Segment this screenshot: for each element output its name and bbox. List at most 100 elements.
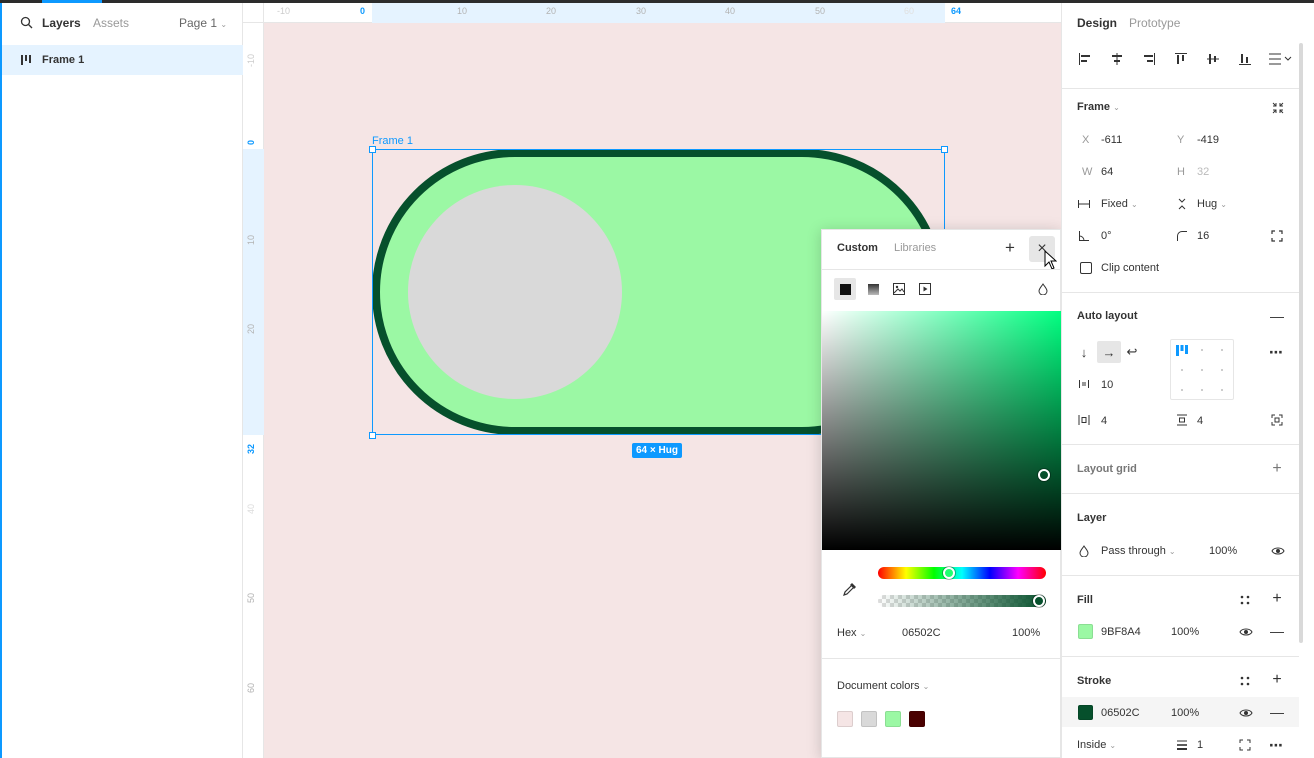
saturation-value-field[interactable]: [822, 311, 1062, 550]
stroke-hex-input[interactable]: 06502C: [1101, 707, 1140, 719]
layer-section-title: Layer: [1077, 512, 1107, 524]
individual-padding-icon[interactable]: [1270, 413, 1284, 427]
stroke-position-select[interactable]: Inside ⌄: [1077, 739, 1116, 751]
vertical-padding-input[interactable]: 4: [1197, 415, 1203, 427]
eye-icon[interactable]: [1270, 544, 1286, 558]
eye-icon[interactable]: [1238, 706, 1254, 720]
distribute-icon[interactable]: [1267, 51, 1293, 67]
eyedropper-icon[interactable]: [840, 579, 860, 599]
w-input[interactable]: 64: [1101, 166, 1113, 178]
collapse-frame-icon[interactable]: [1270, 100, 1286, 116]
direction-horizontal-icon[interactable]: →: [1097, 341, 1121, 363]
document-color-swatch[interactable]: [837, 711, 853, 727]
rotation-input[interactable]: 0°: [1101, 230, 1112, 242]
align-bottom-icon[interactable]: [1237, 51, 1253, 67]
h-label: H: [1177, 166, 1185, 178]
layer-row-frame-1[interactable]: Frame 1: [2, 45, 243, 75]
ruler-left: [243, 3, 264, 758]
document-color-swatch[interactable]: [909, 711, 925, 727]
resize-handle-top-left[interactable]: [369, 146, 376, 153]
more-options-icon[interactable]: ⋯: [1267, 344, 1285, 360]
right-scrollbar[interactable]: [1299, 43, 1303, 643]
fill-opacity-input[interactable]: 100%: [1171, 626, 1199, 638]
document-color-swatch[interactable]: [885, 711, 901, 727]
add-fill-icon[interactable]: +: [1270, 590, 1284, 607]
document-colors-select[interactable]: Document colors ⌄: [837, 680, 929, 692]
solid-fill-icon[interactable]: [834, 278, 856, 300]
align-left-icon[interactable]: [1077, 51, 1093, 67]
add-stroke-icon[interactable]: +: [1270, 671, 1284, 688]
corner-radius-input[interactable]: 16: [1197, 230, 1209, 242]
blend-mode-label: Pass through: [1101, 545, 1166, 557]
individual-strokes-icon[interactable]: [1238, 738, 1252, 752]
horizontal-resizing-select[interactable]: Fixed ⌄: [1101, 198, 1138, 210]
hex-input[interactable]: 06502C: [902, 627, 941, 639]
frame-section-title[interactable]: Frame ⌄: [1077, 101, 1120, 113]
h-input[interactable]: 32: [1197, 166, 1209, 178]
blend-mode-icon[interactable]: [1032, 278, 1054, 300]
resize-handle-top-right[interactable]: [941, 146, 948, 153]
right-panel: Design Prototype Frame ⌄ X -611 Y -419 W…: [1061, 3, 1314, 758]
search-icon[interactable]: [19, 15, 33, 29]
frame-label[interactable]: Frame 1: [372, 135, 413, 147]
picker-divider: [822, 269, 1060, 270]
remove-fill-icon[interactable]: —: [1270, 623, 1284, 639]
style-grid-icon[interactable]: [1238, 593, 1252, 607]
align-top-icon[interactable]: [1173, 51, 1189, 67]
clip-content-checkbox[interactable]: [1080, 262, 1092, 274]
remove-stroke-icon[interactable]: —: [1270, 704, 1284, 720]
y-input[interactable]: -419: [1197, 134, 1219, 146]
stroke-color-swatch[interactable]: [1078, 705, 1093, 720]
add-style-icon[interactable]: +: [1002, 238, 1018, 257]
vertical-resizing-icon: [1175, 197, 1189, 211]
gap-input[interactable]: 10: [1101, 379, 1113, 391]
align-horizontal-center-icon[interactable]: [1109, 51, 1125, 67]
gradient-fill-icon[interactable]: [862, 278, 884, 300]
resize-handle-bottom-left[interactable]: [369, 432, 376, 439]
hue-slider[interactable]: [878, 567, 1046, 579]
fill-hex-input[interactable]: 9BF8A4: [1101, 626, 1141, 638]
horizontal-padding-icon: [1077, 413, 1091, 427]
style-grid-icon[interactable]: [1238, 674, 1252, 688]
left-tabs: Layers Assets Page 1 ⌄: [2, 3, 243, 43]
video-fill-icon[interactable]: [914, 278, 936, 300]
independent-corners-icon[interactable]: [1270, 229, 1284, 243]
vertical-resizing-select[interactable]: Hug ⌄: [1197, 198, 1227, 210]
ruler-left-label: 20: [246, 323, 256, 334]
stroke-position-label: Inside: [1077, 739, 1107, 751]
opacity-slider[interactable]: [878, 595, 1046, 607]
picker-tab-custom[interactable]: Custom: [837, 242, 878, 254]
add-layout-grid-icon[interactable]: +: [1270, 460, 1284, 477]
hue-slider-knob[interactable]: [943, 567, 955, 579]
more-stroke-options-icon[interactable]: ⋯: [1267, 737, 1285, 753]
align-right-icon[interactable]: [1141, 51, 1157, 67]
opacity-input[interactable]: 100%: [1012, 627, 1040, 639]
tab-prototype[interactable]: Prototype: [1129, 16, 1180, 30]
horizontal-padding-input[interactable]: 4: [1101, 415, 1107, 427]
stroke-weight-input[interactable]: 1: [1197, 739, 1203, 751]
x-input[interactable]: -611: [1101, 134, 1122, 146]
section-divider: [1062, 292, 1299, 293]
direction-vertical-icon[interactable]: ↓: [1077, 345, 1091, 360]
eye-icon[interactable]: [1238, 625, 1254, 639]
color-mode-select[interactable]: Hex ⌄: [837, 627, 866, 639]
tab-design[interactable]: Design: [1077, 16, 1117, 30]
tab-assets[interactable]: Assets: [93, 16, 129, 30]
align-vertical-center-icon[interactable]: [1205, 51, 1221, 67]
stroke-opacity-input[interactable]: 100%: [1171, 707, 1199, 719]
opacity-slider-knob[interactable]: [1033, 595, 1045, 607]
layer-opacity-input[interactable]: 100%: [1209, 545, 1237, 557]
remove-auto-layout-icon[interactable]: —: [1270, 308, 1284, 324]
page-selector[interactable]: Page 1 ⌄: [179, 16, 227, 30]
blend-mode-select[interactable]: Pass through ⌄: [1101, 545, 1176, 557]
picker-tab-libraries[interactable]: Libraries: [894, 242, 936, 254]
alignment-grid[interactable]: [1170, 339, 1234, 400]
image-fill-icon[interactable]: [888, 278, 910, 300]
saturation-value-knob[interactable]: [1038, 469, 1050, 481]
fill-color-swatch[interactable]: [1078, 624, 1093, 639]
direction-wrap-icon[interactable]: ↩: [1125, 344, 1139, 359]
section-divider: [1062, 493, 1299, 494]
chevron-down-icon: ⌄: [859, 629, 867, 638]
document-color-swatch[interactable]: [861, 711, 877, 727]
tab-layers[interactable]: Layers: [42, 16, 81, 30]
